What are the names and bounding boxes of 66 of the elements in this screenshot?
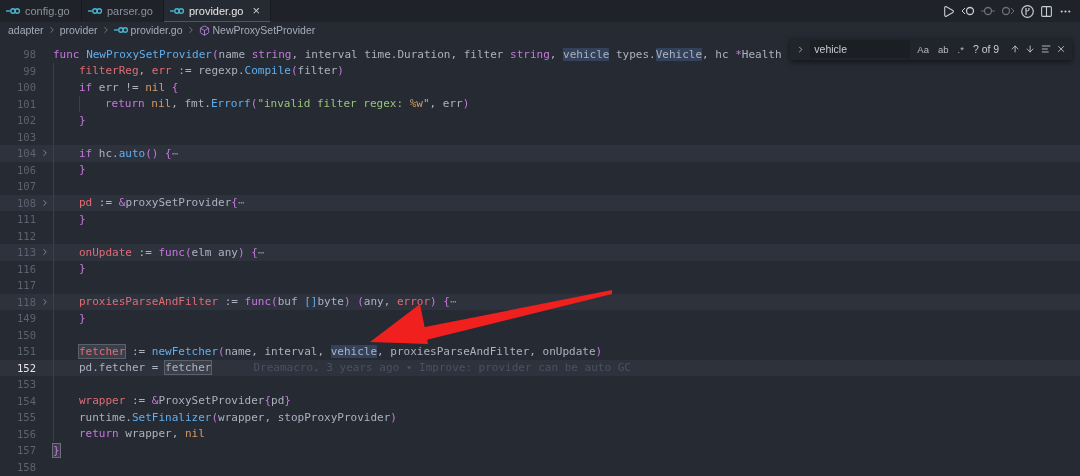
code-line: } <box>79 163 86 177</box>
line-number: 155 <box>16 411 36 424</box>
code-line: return nil, fmt.Errorf("invalid filter regex: %w", err) <box>105 97 470 111</box>
code-line: if err != nil { <box>79 80 179 94</box>
line-number: 106 <box>16 163 36 176</box>
code-line: filterReg, err := regexp.Compile(filter) <box>79 64 344 78</box>
circle-back-icon[interactable] <box>961 5 975 17</box>
code-line: onUpdate := func(elm any) {⋯ <box>79 245 265 259</box>
match-count: ? of 9 <box>972 43 1000 55</box>
line-number: 112 <box>16 229 36 242</box>
code-line: if hc.auto() {⋯ <box>79 146 179 160</box>
breadcrumb-item[interactable]: NewProxySetProvider <box>212 24 316 36</box>
line-number: 100 <box>16 81 36 94</box>
find-toggle[interactable]: Aa <box>915 42 931 56</box>
line-number: 116 <box>16 262 36 275</box>
code-line: } <box>79 262 86 276</box>
lines-icon[interactable] <box>1040 43 1051 55</box>
breadcrumb-item[interactable]: provider <box>59 24 98 36</box>
line-number: 154 <box>16 394 36 407</box>
line-number: 111 <box>16 213 36 226</box>
code-line: return wrapper, nil <box>79 427 205 441</box>
line-number: 98 <box>22 48 36 61</box>
code-line: } <box>79 113 86 127</box>
line-number: 153 <box>16 378 36 391</box>
close-icon[interactable] <box>1055 43 1066 55</box>
arrow-up-icon[interactable] <box>1010 43 1021 55</box>
line-number: 101 <box>16 97 36 110</box>
go-icon <box>6 7 20 15</box>
code-line: pd := &proxySetProvider{⋯ <box>79 196 245 210</box>
breadcrumb-item[interactable]: adapter <box>8 24 44 36</box>
line-number: 149 <box>16 312 36 325</box>
line-number: 103 <box>16 130 36 143</box>
line-number: 150 <box>16 328 36 341</box>
go-icon <box>113 26 128 34</box>
split-icon[interactable] <box>1040 4 1053 18</box>
go-icon <box>170 6 184 15</box>
line-number: 117 <box>16 279 36 292</box>
code-line: } <box>79 212 86 226</box>
line-number: 152 <box>16 361 36 374</box>
circle-icon[interactable] <box>981 5 995 17</box>
circle-forward-icon[interactable] <box>1001 5 1015 17</box>
code-line: proxiesParseAndFilter := func(buf []byte) (any, error) {⋯ <box>79 295 457 309</box>
go-icon <box>88 7 102 15</box>
close-icon[interactable]: × <box>252 3 261 18</box>
arrow-down-icon[interactable] <box>1025 43 1036 55</box>
find-input[interactable]: vehicle <box>810 40 911 58</box>
line-number: 158 <box>16 460 36 473</box>
find-toggle[interactable]: .* <box>955 42 966 56</box>
code-line: pd.fetcher = fetcher <box>79 361 212 375</box>
code-line: func NewProxySetProvider(name string, interval time.Duration, filter string, vehicle types.Vehicle, hc *Health <box>53 47 782 61</box>
breadcrumb-item[interactable]: provider.go <box>130 24 183 36</box>
expand-icon[interactable] <box>796 43 806 55</box>
code-line: } <box>79 311 86 325</box>
line-number: 102 <box>16 114 36 127</box>
code-line: wrapper := &ProxySetProvider{pd} <box>79 394 291 408</box>
line-number: 99 <box>22 64 36 77</box>
find-toggle[interactable]: ab <box>936 42 951 56</box>
line-number: 157 <box>16 444 36 457</box>
line-number: 151 <box>16 345 36 358</box>
file-tab[interactable]: provider.go × <box>164 0 272 22</box>
line-number: 107 <box>16 180 36 193</box>
line-number: 156 <box>16 427 36 440</box>
cube-icon <box>198 24 210 36</box>
code-line: fetcher := newFetcher(name, interval, vehicle, proxiesParseAndFilter, onUpdate) <box>79 344 603 358</box>
play-icon[interactable] <box>942 4 955 18</box>
code-line: runtime.SetFinalizer(wrapper, stopProxyProvider) <box>79 410 397 424</box>
